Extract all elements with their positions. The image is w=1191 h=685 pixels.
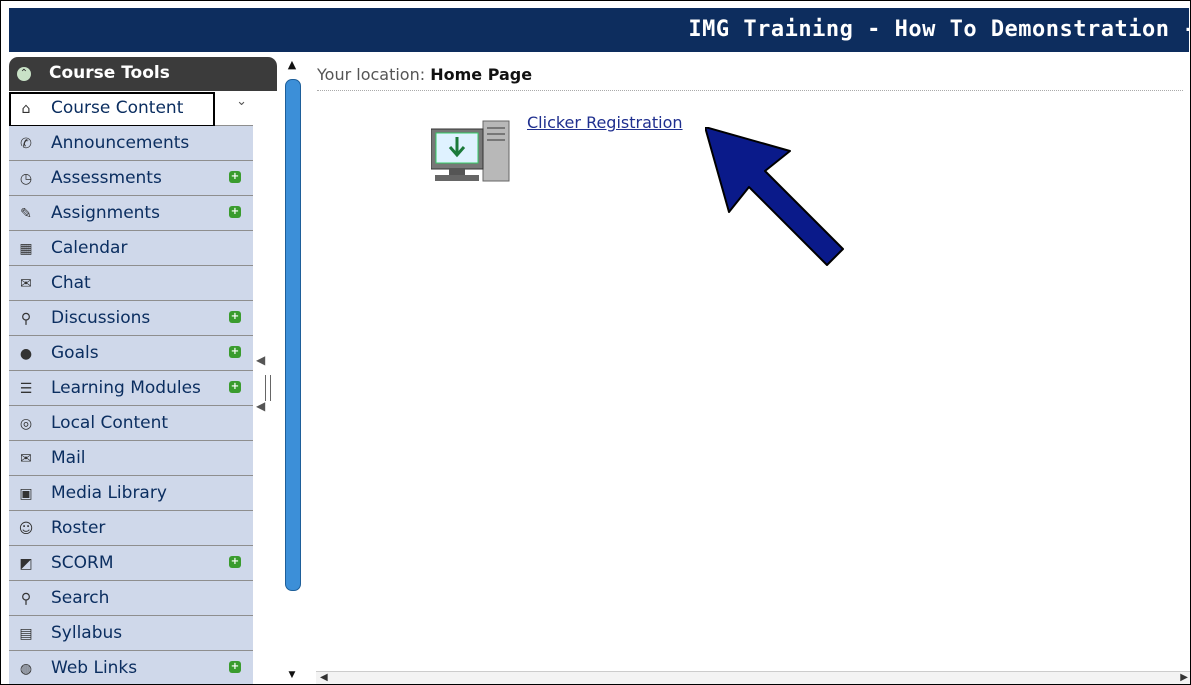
syllabus-icon: ▤ [19, 626, 33, 642]
chat-bubble-icon: ✉ [20, 276, 32, 292]
stopwatch-icon: ◷ [19, 171, 33, 187]
add-new-icon[interactable]: + [229, 661, 241, 673]
document-icon: ☰ [19, 381, 33, 397]
course-tools-sidebar: ⌃ Course Tools ⌂ Course Content ⌄ ✆ Announce… [9, 57, 277, 684]
sidebar-item-label: SCORM [51, 553, 114, 573]
location-page: Home Page [430, 65, 533, 84]
sidebar-item-label: Learning Modules [51, 378, 201, 398]
sidebar-item[interactable]: ● Goals + [9, 336, 253, 371]
calendar-icon: ▦ [19, 241, 33, 257]
collapse-up-icon[interactable]: ⌃ [17, 67, 31, 81]
sidebar-item-label: Assessments [51, 168, 162, 188]
add-new-icon[interactable]: + [229, 346, 241, 358]
megaphone-icon: ✆ [20, 136, 32, 152]
sidebar-item[interactable]: ⚲ Discussions + [9, 301, 253, 336]
collapse-left-icon[interactable]: ◀ [256, 399, 265, 413]
magnifier-icon: ⚲ [20, 591, 32, 607]
sidebar-item-label: Mail [51, 448, 86, 468]
mail-icon: ✉ [20, 451, 32, 467]
computer-register-icon[interactable] [431, 115, 511, 191]
sidebar-item[interactable]: ▦ Calendar [9, 231, 253, 266]
course-title: IMG Training - How To Demonstration - [688, 17, 1191, 42]
sidebar-item-label: Course Content [51, 98, 184, 118]
add-new-icon[interactable]: + [229, 381, 241, 393]
apple-icon: ● [19, 346, 33, 362]
sidebar-item[interactable]: ✆ Announcements [9, 126, 253, 161]
add-new-icon[interactable]: + [229, 171, 241, 183]
globe-icon: ◍ [19, 661, 33, 677]
sidebar-item-label: Web Links [51, 658, 138, 678]
course-tools-header[interactable]: ⌃ Course Tools [9, 57, 277, 91]
sidebar-item[interactable]: ◷ Assessments + [9, 161, 253, 196]
header-bar: IMG Training - How To Demonstration - [9, 8, 1191, 52]
sidebar-item[interactable]: ✎ Assignments + [9, 196, 253, 231]
sidebar-item-label: Search [51, 588, 110, 608]
content-horizontal-scrollbar[interactable]: ◀ ▶ [316, 671, 1190, 684]
pointer-arrow-annotation [705, 127, 844, 266]
sidebar-item[interactable]: ✉ Mail [9, 441, 253, 476]
sidebar-item[interactable]: ▣ Media Library [9, 476, 253, 511]
collapse-left-icon[interactable]: ◀ [256, 353, 265, 367]
sidebar-item[interactable]: ◩ SCORM + [9, 546, 253, 581]
sidebar-item[interactable]: ◎ Local Content [9, 406, 253, 441]
sidebar-item[interactable]: ▤ Syllabus [9, 616, 253, 651]
sidebar-item[interactable]: ◍ Web Links + [9, 651, 253, 684]
course-tools-title: Course Tools [49, 63, 170, 83]
people-icon: ☺ [18, 521, 34, 537]
scroll-thumb[interactable] [285, 79, 301, 591]
course-tools-menu: ⌂ Course Content ⌄ ✆ Announcements ◷ Assessmen… [9, 91, 253, 684]
sidebar-item[interactable]: ☺ Roster [9, 511, 253, 546]
sidebar-item-label: Goals [51, 343, 99, 363]
sidebar-scrollbar[interactable]: ▲ ▼ [285, 57, 301, 684]
media-icon: ▣ [19, 486, 33, 502]
pushpin-icon: ⚲ [20, 311, 32, 327]
add-new-icon[interactable]: + [229, 206, 241, 218]
pencil-icon: ✎ [20, 206, 32, 222]
double-chevron-down-icon[interactable]: ⌄ [236, 94, 247, 109]
content-area: Your location: Home Page Clicker Registr… [303, 57, 1190, 684]
house-icon: ⌂ [21, 101, 31, 117]
sidebar-item-label: Calendar [51, 238, 128, 258]
sidebar-item-label: Announcements [51, 133, 190, 153]
scroll-left-icon[interactable]: ◀ [320, 672, 328, 683]
browser-frame: IMG Training - How To Demonstration - ⌃ … [0, 0, 1191, 685]
sidebar-item[interactable]: ⌂ Course Content ⌄ [9, 91, 253, 127]
divider [317, 90, 1183, 91]
sidebar-item[interactable]: ✉ Chat [9, 266, 253, 301]
scroll-right-icon[interactable]: ▶ [1180, 672, 1188, 683]
sidebar-item-label: Roster [51, 518, 106, 538]
scorm-icon: ◩ [19, 556, 33, 572]
sidebar-item-label: Assignments [51, 203, 160, 223]
sidebar-item-label: Local Content [51, 413, 169, 433]
clicker-registration-link[interactable]: Clicker Registration [527, 113, 683, 132]
sidebar-splitter[interactable]: ◀ ◀ [256, 353, 276, 423]
sidebar-item-label: Media Library [51, 483, 167, 503]
breadcrumb: Your location: Home Page [317, 65, 532, 84]
scroll-up-icon[interactable]: ▲ [285, 57, 299, 73]
sidebar-item[interactable]: ☰ Learning Modules + [9, 371, 253, 406]
sidebar-item-label: Syllabus [51, 623, 123, 643]
sidebar-item-label: Discussions [51, 308, 151, 328]
add-new-icon[interactable]: + [229, 556, 241, 568]
scroll-down-icon[interactable]: ▼ [285, 669, 299, 681]
location-label: Your location: [317, 65, 426, 84]
add-new-icon[interactable]: + [229, 311, 241, 323]
sidebar-item-label: Chat [51, 273, 91, 293]
sidebar-item[interactable]: ⚲ Search [9, 581, 253, 616]
disc-icon: ◎ [19, 416, 33, 432]
splitter-handle-icon[interactable] [265, 375, 271, 401]
